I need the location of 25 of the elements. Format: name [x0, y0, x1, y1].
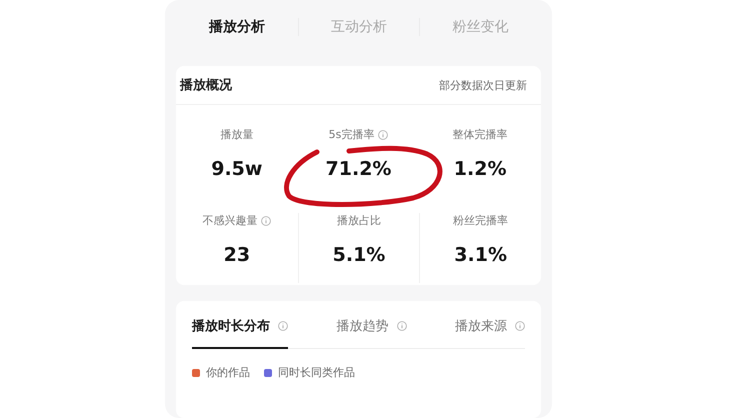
section-title: 播放概况 [180, 77, 232, 94]
tab[interactable]: 播放趋势 [336, 315, 406, 349]
stat-label: 不感兴趣量 [202, 213, 258, 228]
stat-label: 播放占比 [336, 213, 381, 228]
info-icon[interactable] [515, 321, 525, 331]
stat-value: 5.1% [332, 244, 386, 266]
info-icon[interactable] [378, 130, 388, 140]
stat-label: 整体完播率 [452, 127, 508, 142]
stat-value: 23 [224, 244, 250, 266]
update-note: 部分数据次日更新 [439, 78, 527, 92]
tab[interactable]: 播放时长分布 [192, 315, 288, 349]
info-icon[interactable] [396, 321, 406, 331]
stat-label: 5s完播率 [328, 127, 374, 142]
stat-value: 1.2% [454, 158, 506, 180]
stat-value: 71.2% [326, 158, 392, 180]
stat-label: 播放量 [220, 127, 254, 142]
info-icon[interactable] [278, 321, 288, 331]
info-icon[interactable] [261, 216, 272, 226]
tab[interactable]: 播放分析 [176, 18, 298, 36]
stat-label: 粉丝完播率 [453, 213, 508, 228]
stat-value: 9.5w [211, 158, 262, 180]
tab[interactable]: 播放来源 [455, 315, 525, 349]
legend-label: 同时长同类作品 [278, 365, 355, 380]
stat-value: 3.1% [454, 244, 507, 266]
legend-label: 你的作品 [206, 365, 250, 380]
